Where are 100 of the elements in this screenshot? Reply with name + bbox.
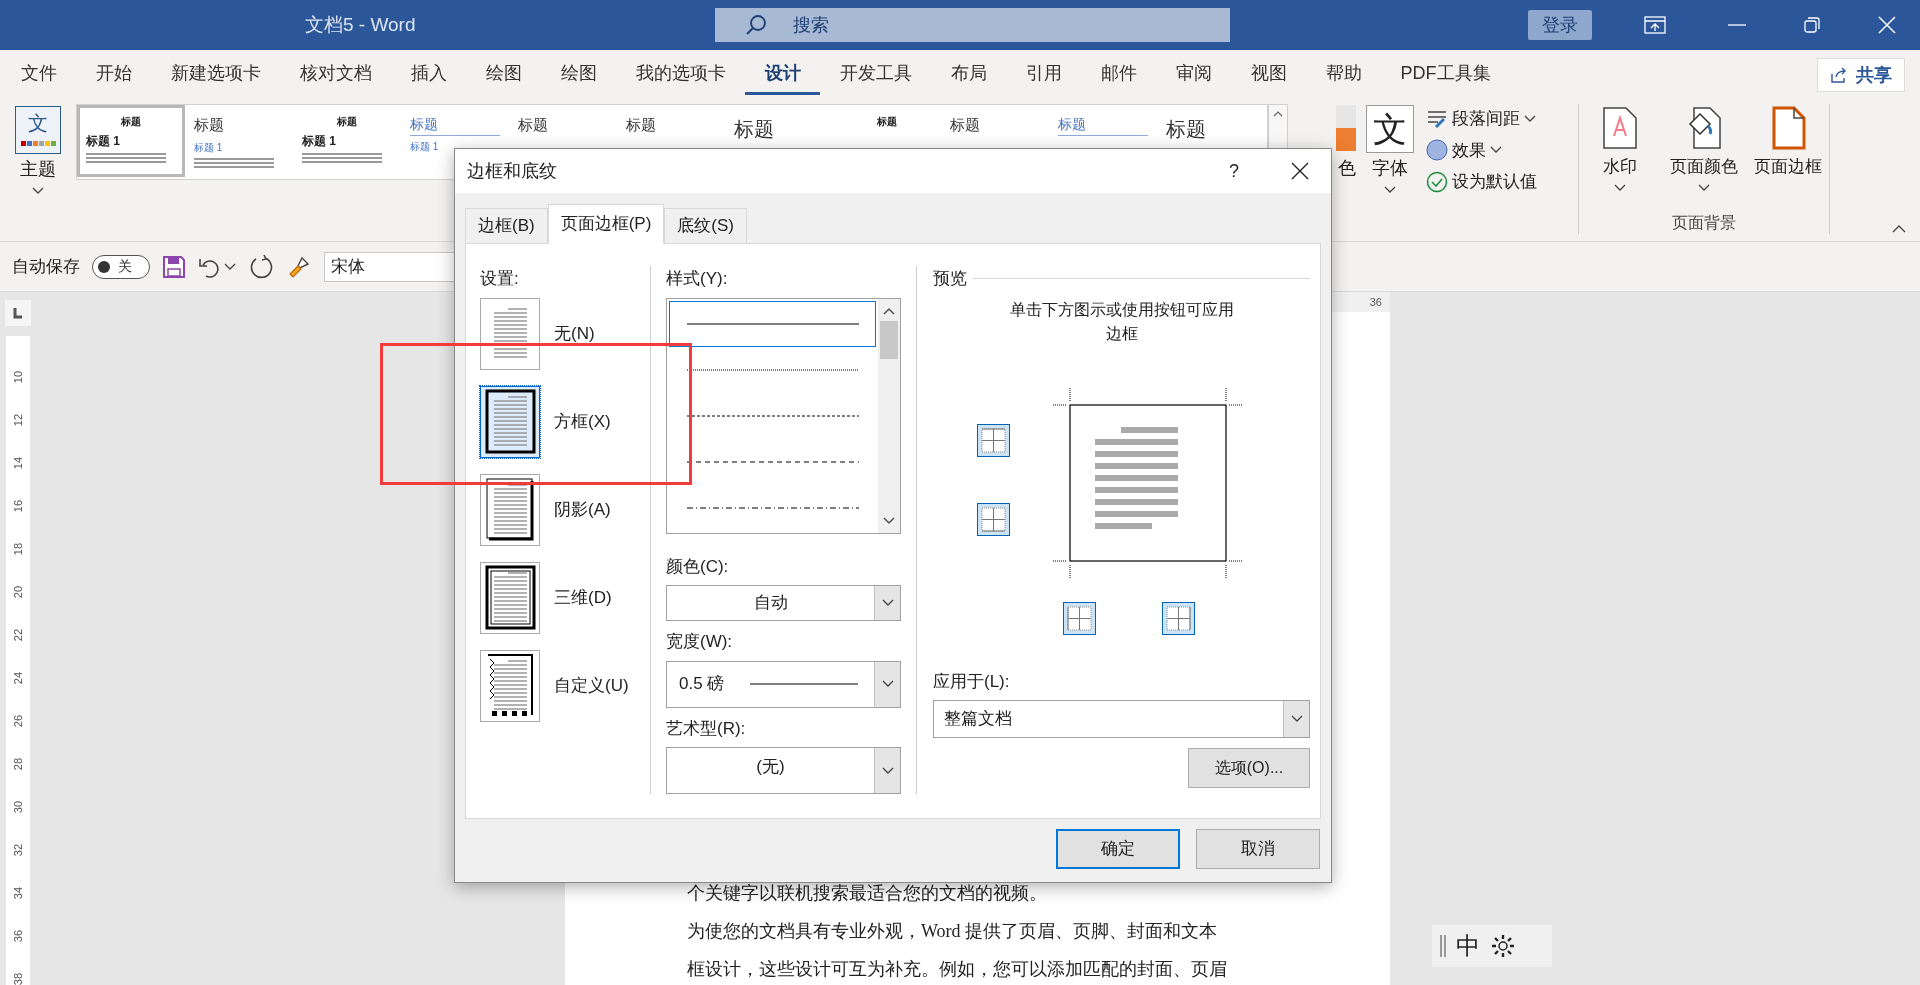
collapse-ribbon-icon[interactable] <box>1892 225 1906 233</box>
ruler-mark: 36 <box>1369 294 1382 310</box>
chevron-down-icon <box>224 262 236 271</box>
close-icon[interactable] <box>1291 162 1309 180</box>
page-background-button[interactable]: 页面颜色 <box>1664 106 1744 192</box>
setting-option[interactable]: 三维(D) <box>480 561 650 634</box>
ribbon-tab[interactable]: 绘图 <box>541 55 616 95</box>
line-style-option[interactable] <box>669 300 876 347</box>
ribbon-tab[interactable]: 引用 <box>1006 55 1081 95</box>
ribbon-tab[interactable]: 开始 <box>76 55 151 95</box>
style-set-item[interactable]: 标题 标题 1 <box>185 105 293 177</box>
help-button[interactable]: ? <box>1229 157 1239 185</box>
paragraph-spacing-button[interactable]: 段落间距 <box>1426 106 1576 132</box>
input-mode-indicator[interactable]: 中 <box>1456 928 1480 964</box>
themes-button[interactable]: 文 主题 <box>0 100 76 241</box>
ribbon-tab[interactable]: PDF工具集 <box>1381 55 1510 95</box>
dialog-tab[interactable]: 边框(B) <box>465 208 548 244</box>
options-button[interactable]: 选项(O)... <box>1188 748 1310 788</box>
dropdown-value: 自动 <box>752 592 789 615</box>
search-placeholder: 搜索 <box>793 13 829 37</box>
chevron-down-icon <box>1524 114 1536 123</box>
border-toggle-icon[interactable] <box>1063 601 1096 635</box>
dialog-title: 边框和底纹 <box>467 159 558 183</box>
ribbon-tab[interactable]: 邮件 <box>1081 55 1156 95</box>
restore-icon[interactable] <box>1804 17 1820 33</box>
grip-icon[interactable] <box>1440 935 1446 957</box>
tab-stop-icon[interactable] <box>5 300 31 326</box>
ribbon-tab[interactable]: 审阅 <box>1156 55 1231 95</box>
style-set-item[interactable]: 标题 标题 1 <box>77 105 185 177</box>
border-toggle-icon[interactable] <box>976 502 1010 536</box>
ribbon-tab[interactable]: 设计 <box>745 55 820 95</box>
ribbon-tab[interactable]: 绘图 <box>466 55 541 95</box>
redo-icon[interactable] <box>248 253 274 280</box>
setting-option[interactable]: 自定义(U) <box>480 649 650 722</box>
color-dropdown[interactable]: 自动 <box>666 585 901 621</box>
vertical-ruler: 10 12 14 16 18 20 22 24 26 28 30 32 34 36 38 <box>6 336 30 985</box>
style-set-item[interactable]: 标题 <box>1049 105 1157 177</box>
dialog-tab[interactable]: 底纹(S) <box>664 208 747 244</box>
style-heading: 标题 1 <box>302 133 337 150</box>
scroll-down-icon[interactable] <box>883 516 895 525</box>
border-toggle-icon[interactable] <box>1162 601 1195 635</box>
ribbon-tab[interactable]: 文件 <box>1 55 76 95</box>
page-background-button[interactable]: 水印 <box>1580 106 1660 192</box>
scroll-thumb[interactable] <box>880 320 898 359</box>
effects-button[interactable]: 效果 <box>1426 137 1576 163</box>
apply-to-dropdown[interactable]: 整篇文档 <box>933 700 1310 738</box>
style-title: 标题 <box>1058 114 1148 136</box>
chevron-down-icon <box>1490 146 1502 155</box>
width-dropdown[interactable]: 0.5 磅 <box>666 660 901 708</box>
style-title: 标题 <box>194 115 225 135</box>
share-icon <box>1830 66 1848 84</box>
page-background-button[interactable]: 页面边框 <box>1748 106 1828 192</box>
chevron-down-icon <box>881 766 894 775</box>
ribbon-tab[interactable]: 布局 <box>931 55 1006 95</box>
scroll-up-icon[interactable] <box>883 306 895 315</box>
scrollbar[interactable] <box>878 298 900 533</box>
search-field[interactable]: 搜索 <box>715 8 1230 42</box>
autosave-toggle[interactable]: 关 <box>92 254 150 279</box>
style-title: 标题 <box>734 117 775 142</box>
color-swatch-icon[interactable] <box>1336 105 1356 151</box>
ok-button[interactable]: 确定 <box>1056 829 1180 869</box>
ribbon-tab[interactable]: 视图 <box>1231 55 1306 95</box>
setting-option[interactable]: 阴影(A) <box>480 473 650 546</box>
line-style-icon <box>686 459 859 464</box>
scroll-up-icon[interactable] <box>1273 111 1283 117</box>
ribbon-display-icon[interactable] <box>1644 16 1666 34</box>
ribbon-tab[interactable]: 新建选项卡 <box>151 55 280 95</box>
save-icon[interactable] <box>162 254 186 279</box>
document-text: 为使您的文档具有专业外观，Word 提供了页眉、页脚、封面和文本 <box>687 920 1219 942</box>
setting-option[interactable]: 方框(X) <box>480 385 650 458</box>
setting-option[interactable]: 无(N) <box>480 297 650 370</box>
dialog-tab[interactable]: 页面边框(P) <box>547 204 665 244</box>
ribbon-tab[interactable]: 我的选项卡 <box>616 55 745 95</box>
art-dropdown[interactable]: (无) <box>666 747 901 794</box>
share-button[interactable]: 共享 <box>1817 58 1905 92</box>
font-glyph-icon: 文 <box>1366 105 1414 153</box>
paint-bucket-icon <box>1686 106 1722 150</box>
line-sample-icon <box>750 683 859 685</box>
settings-icon[interactable] <box>1490 933 1516 959</box>
document-text: 个关键字以联机搜索最适合您的文档的视频。 <box>687 882 1048 904</box>
fonts-button[interactable]: 文 字体 <box>1360 100 1420 241</box>
checkmark-icon <box>1426 170 1448 193</box>
set-default-button[interactable]: 设为默认值 <box>1426 169 1576 195</box>
document-text: 框设计，这些设计可互为补充。例如，您可以添加匹配的封面、页眉 <box>687 958 1228 980</box>
ribbon-tab[interactable]: 帮助 <box>1306 55 1381 95</box>
apply-to-label: 应用于(L): <box>933 670 1011 693</box>
style-title: 标题 <box>626 115 657 135</box>
preview-instruction: 单击下方图示或使用按钮可应用边框 <box>1008 299 1235 344</box>
window-title: 文档5 - Word <box>305 12 416 37</box>
line-style-icon <box>686 505 859 510</box>
sign-in-button[interactable]: 登录 <box>1528 10 1592 40</box>
line-style-icon <box>686 413 859 418</box>
ribbon-tab[interactable]: 核对文档 <box>280 55 391 95</box>
style-set-item[interactable]: 标题 标题 1 <box>293 105 401 177</box>
ribbon-tab[interactable]: 插入 <box>391 55 466 95</box>
style-heading: 标题 1 <box>86 133 121 150</box>
style-heading: 标题 1 <box>410 140 440 154</box>
ribbon-tab[interactable]: 开发工具 <box>820 55 931 95</box>
cancel-button[interactable]: 取消 <box>1196 829 1320 869</box>
border-toggle-icon[interactable] <box>976 423 1010 457</box>
